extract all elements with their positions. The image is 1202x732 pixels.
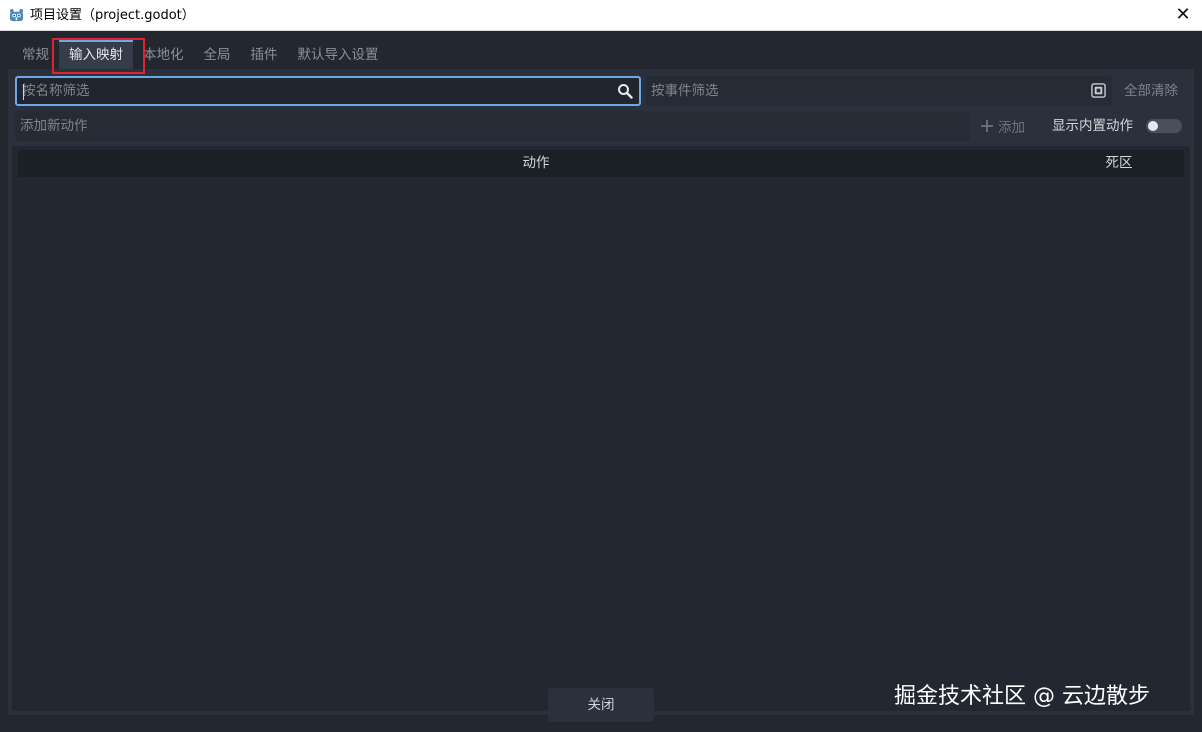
- input-map-panel: 全部清除 添加 显示内置动作 动作 死区: [8, 69, 1194, 715]
- event-filter-input[interactable]: [646, 76, 1112, 106]
- show-builtin-toggle[interactable]: [1146, 119, 1182, 133]
- event-filter-field[interactable]: [646, 76, 1112, 106]
- plus-icon: [981, 120, 993, 132]
- name-filter-field[interactable]: [15, 76, 641, 106]
- tab-general[interactable]: 常规: [12, 40, 59, 70]
- tab-input-map[interactable]: 输入映射: [59, 40, 133, 70]
- tree-header: 动作 死区: [18, 150, 1184, 177]
- tab-localization[interactable]: 本地化: [133, 40, 194, 70]
- name-filter-input[interactable]: [17, 78, 639, 104]
- show-builtin-label: 显示内置动作: [1052, 118, 1133, 134]
- watermark: 掘金技术社区 @ 云边散步: [894, 684, 1150, 709]
- close-button[interactable]: 关闭: [548, 688, 654, 722]
- project-settings-window: 项目设置（project.godot） ✕ 常规 输入映射 本地化 全局 插件 …: [0, 0, 1202, 732]
- keyboard-icon[interactable]: [1091, 83, 1106, 98]
- column-header-action[interactable]: 动作: [18, 150, 1054, 177]
- content-area: 常规 输入映射 本地化 全局 插件 默认导入设置 按名称筛选 按事件筛选 全部清…: [0, 31, 1202, 732]
- text-caret: [23, 84, 24, 100]
- window-title: 项目设置（project.godot）: [30, 8, 195, 23]
- tab-import-defaults[interactable]: 默认导入设置: [288, 40, 389, 70]
- action-tree[interactable]: 动作 死区: [12, 146, 1190, 711]
- add-action-button[interactable]: 添加: [976, 111, 1034, 141]
- clear-all-button[interactable]: 全部清除: [1124, 76, 1178, 106]
- tab-globals[interactable]: 全局: [194, 40, 241, 70]
- window-close-button[interactable]: ✕: [1170, 2, 1196, 28]
- tab-plugins[interactable]: 插件: [241, 40, 288, 70]
- column-header-deadzone[interactable]: 死区: [1054, 150, 1184, 177]
- tab-bar: 常规 输入映射 本地化 全局 插件 默认导入设置: [12, 40, 389, 70]
- add-action-label: 添加: [998, 120, 1025, 136]
- title-bar: 项目设置（project.godot） ✕: [0, 0, 1202, 31]
- toggle-knob: [1148, 121, 1158, 131]
- new-action-input[interactable]: [15, 111, 970, 141]
- new-action-field[interactable]: [15, 111, 970, 141]
- godot-icon: [9, 8, 24, 22]
- search-icon: [618, 84, 633, 99]
